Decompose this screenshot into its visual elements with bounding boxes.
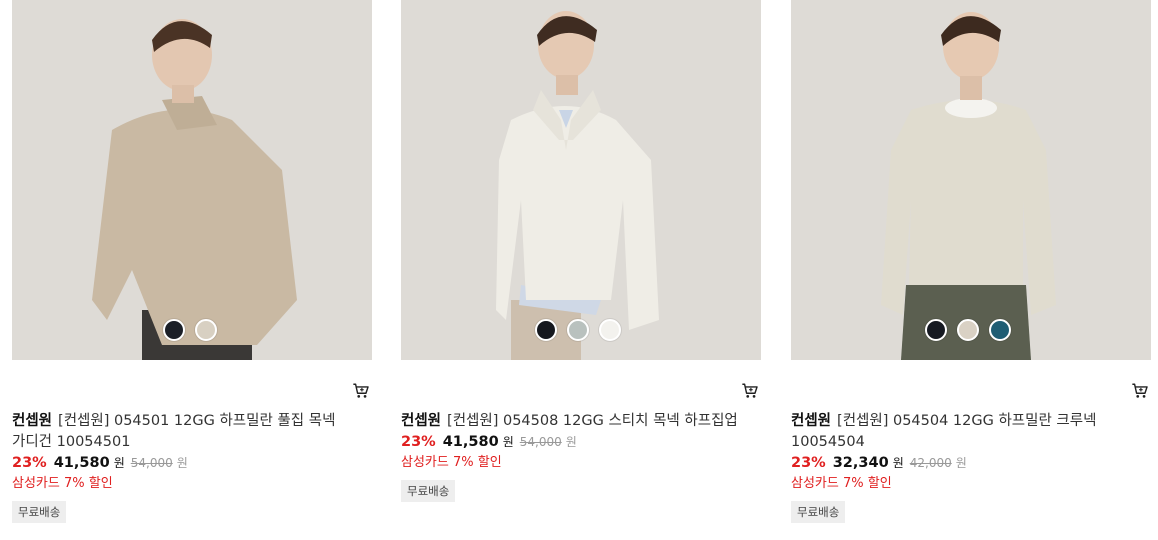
brand-name: 컨셉원 xyxy=(12,413,53,429)
cart-icon[interactable] xyxy=(1131,382,1149,400)
product-image[interactable] xyxy=(791,0,1151,360)
model-photo xyxy=(12,0,372,360)
cart-icon[interactable] xyxy=(352,382,370,400)
product-title[interactable]: 컨셉원 [컨셉원] 054501 12GG 하프밀란 풀집 목넥 가디건 1005… xyxy=(12,411,362,453)
product-grid: 컨셉원 [컨셉원] 054501 12GG 하프밀란 풀집 목넥 가디건 1005… xyxy=(0,0,1158,540)
color-swatch-black[interactable] xyxy=(535,319,557,341)
free-shipping-badge: 무료배송 xyxy=(791,501,846,523)
color-swatch-beige[interactable] xyxy=(195,319,217,341)
original-price: 54,000 xyxy=(519,435,562,449)
free-shipping-badge: 무료배송 xyxy=(401,480,456,502)
color-swatch-sage[interactable] xyxy=(567,319,589,341)
original-currency-unit: 원 xyxy=(565,435,577,449)
discount-rate: 23% xyxy=(401,434,436,450)
discount-rate: 23% xyxy=(12,455,47,471)
product-card[interactable]: 컨셉원 [컨셉원] 054501 12GG 하프밀란 풀집 목넥 가디건 1005… xyxy=(12,0,372,523)
color-swatch-ivory[interactable] xyxy=(599,319,621,341)
currency-unit: 원 xyxy=(502,435,514,449)
model-photo xyxy=(791,0,1151,360)
original-currency-unit: 원 xyxy=(955,456,967,470)
original-price: 42,000 xyxy=(909,456,952,470)
color-swatches xyxy=(535,319,621,341)
product-name: [컨셉원] 054501 12GG 하프밀란 풀집 목넥 가디건 1005450… xyxy=(12,413,336,450)
original-currency-unit: 원 xyxy=(176,456,188,470)
sale-price: 32,340 xyxy=(832,455,889,471)
product-card[interactable]: 컨셉원 [컨셉원] 054508 12GG 스티치 목넥 하프집업 23% 41,… xyxy=(401,0,761,502)
color-swatch-teal[interactable] xyxy=(989,319,1011,341)
product-image[interactable] xyxy=(401,0,761,360)
sale-price: 41,580 xyxy=(442,434,499,450)
product-card[interactable]: 컨셉원 [컨셉원] 054504 12GG 하프밀란 크루넥 10054504 2… xyxy=(791,0,1151,523)
color-swatch-black[interactable] xyxy=(925,319,947,341)
product-image[interactable] xyxy=(12,0,372,360)
product-title[interactable]: 컨셉원 [컨셉원] 054504 12GG 하프밀란 크루넥 10054504 xyxy=(791,411,1141,453)
color-swatches xyxy=(925,319,1011,341)
price-row: 23% 41,580 원 54,000 원 xyxy=(401,433,761,453)
original-price: 54,000 xyxy=(130,456,173,470)
cart-icon[interactable] xyxy=(741,382,759,400)
color-swatch-navy[interactable] xyxy=(163,319,185,341)
brand-name: 컨셉원 xyxy=(401,413,442,429)
price-row: 23% 32,340 원 42,000 원 xyxy=(791,454,1151,474)
currency-unit: 원 xyxy=(892,456,904,470)
product-name: [컨셉원] 054504 12GG 하프밀란 크루넥 10054504 xyxy=(791,413,1097,450)
card-discount: 삼성카드 7% 할인 xyxy=(401,455,502,470)
product-title[interactable]: 컨셉원 [컨셉원] 054508 12GG 스티치 목넥 하프집업 xyxy=(401,411,751,432)
color-swatch-oatmeal[interactable] xyxy=(957,319,979,341)
model-photo xyxy=(401,0,761,360)
card-discount: 삼성카드 7% 할인 xyxy=(791,476,892,491)
sale-price: 41,580 xyxy=(53,455,110,471)
product-name: [컨셉원] 054508 12GG 스티치 목넥 하프집업 xyxy=(447,413,738,429)
price-row: 23% 41,580 원 54,000 원 xyxy=(12,454,372,474)
brand-name: 컨셉원 xyxy=(791,413,832,429)
color-swatches xyxy=(163,319,217,341)
currency-unit: 원 xyxy=(113,456,125,470)
discount-rate: 23% xyxy=(791,455,826,471)
free-shipping-badge: 무료배송 xyxy=(12,501,67,523)
card-discount: 삼성카드 7% 할인 xyxy=(12,476,113,491)
